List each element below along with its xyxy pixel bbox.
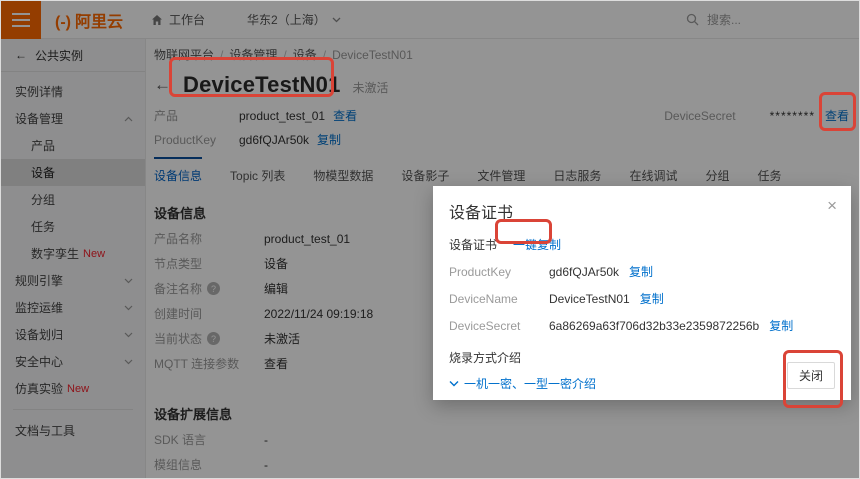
- burn-method-heading: 烧录方式介绍: [449, 351, 522, 365]
- device-certificate-modal: 设备证书 × 设备证书 一键复制 ProductKey gd6fQJAr50k …: [433, 186, 851, 400]
- cert-label: 设备证书: [449, 238, 498, 252]
- productkey-copy-link[interactable]: 复制: [629, 263, 653, 280]
- chevron-down-icon: [449, 381, 459, 387]
- burn-method-expand-link[interactable]: 一机一密、一型一密介绍: [449, 375, 835, 392]
- devicesecret-copy-link[interactable]: 复制: [769, 317, 793, 334]
- copy-all-link[interactable]: 一键复制: [513, 236, 561, 253]
- modal-title: 设备证书: [449, 205, 514, 222]
- modal-row-devicesecret: DeviceSecret 6a86269a63f706d32b33e235987…: [449, 317, 794, 334]
- modal-row-devicename: DeviceName DeviceTestN01 复制: [449, 290, 664, 307]
- app-window: (-) 阿里云 工作台 华东2（上海） 搜索... ← 公共实例 实例详情 设备…: [0, 0, 860, 479]
- devicename-copy-link[interactable]: 复制: [640, 290, 664, 307]
- cert-row: 设备证书 一键复制: [449, 236, 835, 253]
- close-button[interactable]: 关闭: [786, 362, 835, 389]
- modal-row-productkey: ProductKey gd6fQJAr50k 复制: [449, 263, 654, 280]
- close-icon[interactable]: ×: [827, 197, 837, 214]
